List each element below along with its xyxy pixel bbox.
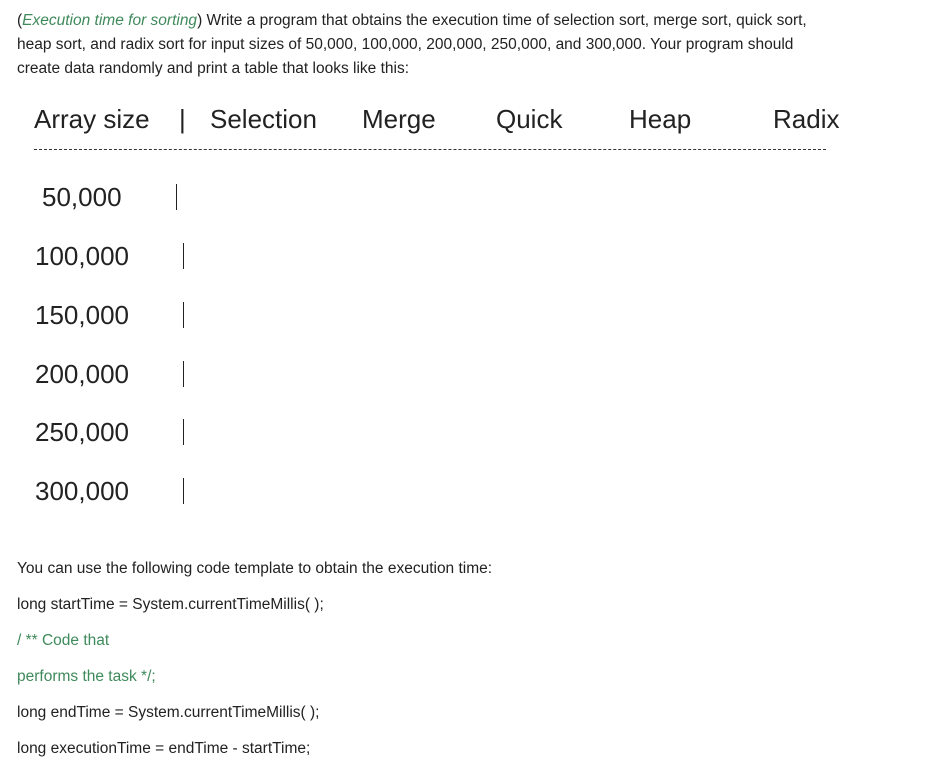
row-separator xyxy=(183,243,184,269)
row-separator xyxy=(183,361,184,387)
row-size: 150,000 xyxy=(35,300,129,330)
problem-line-2: heap sort, and radix sort for input size… xyxy=(17,36,794,53)
header-separator: | xyxy=(179,104,186,134)
row-size: 250,000 xyxy=(35,417,129,447)
header-merge: Merge xyxy=(362,104,436,134)
table-header: Array size | Selection Merge Quick Heap … xyxy=(0,104,925,140)
template-intro: You can use the following code template … xyxy=(17,560,493,577)
problem-line-3: create data randomly and print a table t… xyxy=(17,60,410,77)
row-size: 300,000 xyxy=(35,476,129,506)
row-size: 50,000 xyxy=(42,182,122,212)
table-row: 200,000 xyxy=(0,359,300,395)
row-size: 200,000 xyxy=(35,359,129,389)
table-row: 300,000 xyxy=(0,476,300,512)
row-separator xyxy=(176,184,177,210)
code-line-execution-time: long executionTime = endTime - startTime… xyxy=(17,740,311,757)
header-quick: Quick xyxy=(496,104,563,134)
table-row: 50,000 xyxy=(0,182,300,218)
row-separator xyxy=(183,478,184,504)
header-radix: Radix xyxy=(773,104,840,134)
problem-statement: (Execution time for sorting) Write a pro… xyxy=(17,9,897,81)
code-line-end-time: long endTime = System.currentTimeMillis(… xyxy=(17,704,320,721)
problem-title: Execution time for sorting xyxy=(22,12,198,29)
table-row: 100,000 xyxy=(0,241,300,277)
row-separator xyxy=(183,419,184,445)
header-array-size: Array size xyxy=(34,104,150,134)
row-size: 100,000 xyxy=(35,241,129,271)
header-selection: Selection xyxy=(210,104,317,134)
header-heap: Heap xyxy=(629,104,692,134)
dashed-divider xyxy=(34,149,826,150)
row-separator xyxy=(183,302,184,328)
code-comment-line-1: / ** Code that xyxy=(17,632,110,649)
table-row: 250,000 xyxy=(0,417,300,453)
code-comment-line-2: performs the task */; xyxy=(17,668,156,685)
code-line-start-time: long startTime = System.currentTimeMilli… xyxy=(17,596,324,613)
table-row: 150,000 xyxy=(0,300,300,336)
problem-line-1: (Execution time for sorting) Write a pro… xyxy=(17,12,807,29)
